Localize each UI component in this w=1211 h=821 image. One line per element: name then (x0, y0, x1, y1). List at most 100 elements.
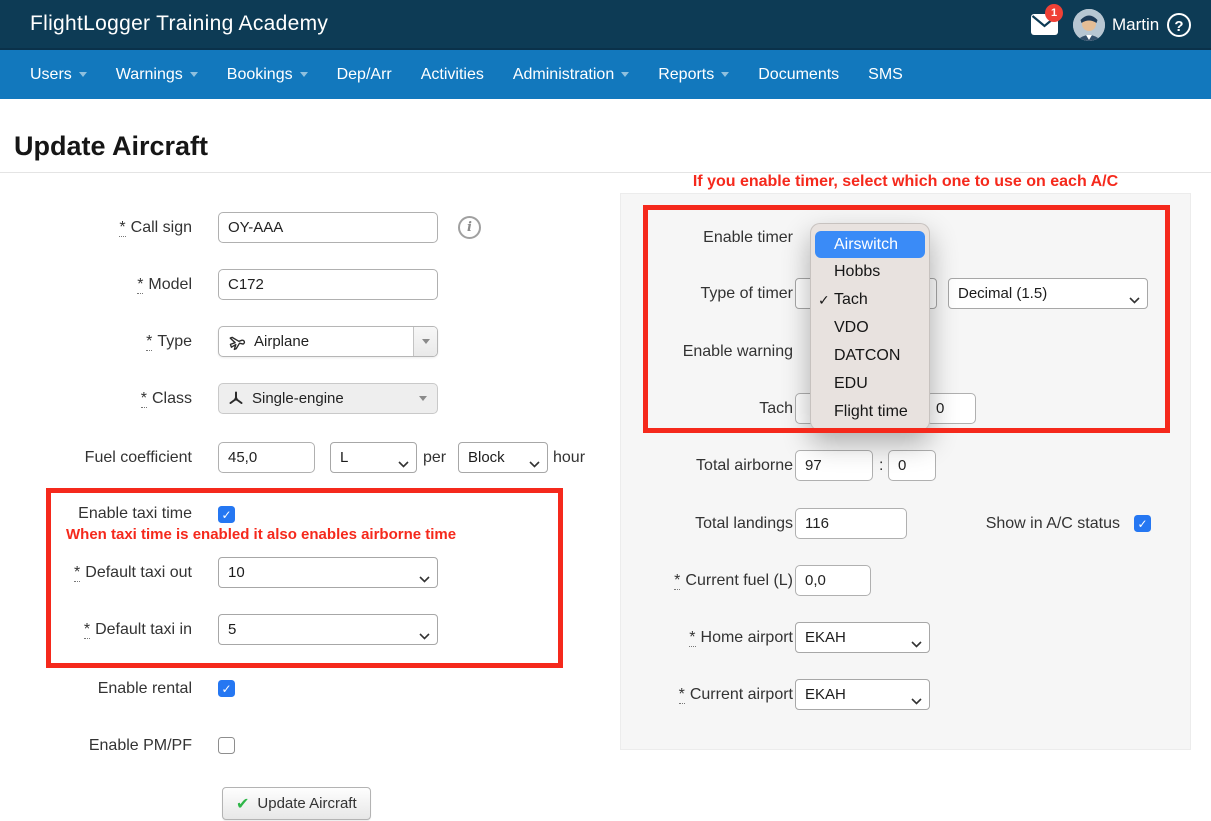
chevron-down-icon (911, 692, 922, 709)
default-taxi-in-label: *Default taxi in (0, 614, 192, 645)
chevron-down-icon (529, 455, 540, 472)
total-airborne-minutes-input[interactable] (888, 450, 936, 481)
chevron-down-icon (190, 72, 198, 77)
chevron-down-icon (419, 396, 427, 401)
nav-item-administration[interactable]: Administration (513, 66, 629, 84)
nav-item-documents[interactable]: Documents (758, 66, 839, 84)
home-airport-label: *Home airport (616, 622, 793, 653)
type-combobox[interactable]: Airplane (218, 326, 438, 357)
nav-item-warnings[interactable]: Warnings (116, 66, 198, 84)
info-icon[interactable]: i (458, 216, 481, 239)
type-dropdown-button[interactable] (413, 327, 437, 356)
required-asterisk: * (84, 621, 90, 639)
chevron-down-icon (419, 570, 430, 587)
current-airport-label: *Current airport (616, 679, 793, 710)
colon-separator: : (879, 450, 883, 481)
required-asterisk: * (119, 219, 125, 237)
app-header: FlightLogger Training Academy 1 Martin ? (0, 0, 1211, 50)
current-fuel-input[interactable] (795, 565, 871, 596)
required-asterisk: * (689, 629, 695, 647)
dropdown-option-edu[interactable]: EDU (811, 370, 929, 398)
dropdown-option-datcon[interactable]: DATCON (811, 342, 929, 370)
default-taxi-out-label: *Default taxi out (0, 557, 192, 588)
total-landings-label: Total landings (616, 508, 793, 539)
chevron-down-icon (398, 455, 409, 472)
current-airport-select[interactable]: EKAH (795, 679, 930, 710)
dropdown-option-airswitch[interactable]: Airswitch (815, 231, 925, 258)
enable-rental-label: Enable rental (0, 673, 192, 704)
fuel-unit-select[interactable]: L (330, 442, 417, 473)
flightlogger-app: FlightLogger Training Academy 1 Martin ?… (0, 0, 1211, 821)
enable-pmpf-label: Enable PM/PF (0, 730, 192, 761)
required-asterisk: * (141, 390, 147, 408)
required-asterisk: * (146, 333, 152, 351)
timer-format-select[interactable]: Decimal (1.5) (948, 278, 1148, 309)
fuel-coefficient-label: Fuel coefficient (0, 442, 192, 473)
show-in-ac-status-label: Show in A/C status (930, 508, 1120, 539)
user-name[interactable]: Martin (1112, 0, 1159, 50)
dropdown-option-vdo[interactable]: VDO (811, 314, 929, 342)
total-airborne-hours-input[interactable] (795, 450, 873, 481)
show-in-ac-status-checkbox[interactable] (1134, 515, 1151, 532)
nav-item-activities[interactable]: Activities (421, 66, 484, 84)
enable-taxi-checkbox[interactable] (218, 506, 235, 523)
timer-dropdown-menu: Airswitch Hobbs Tach VDO DATCON EDU Flig… (810, 223, 930, 431)
timer-annotation-text: If you enable timer, select which one to… (620, 173, 1191, 191)
per-text: per (423, 442, 446, 473)
nav-item-bookings[interactable]: Bookings (227, 66, 308, 84)
update-aircraft-button[interactable]: ✔ Update Aircraft (222, 787, 371, 820)
nav-item-users[interactable]: Users (30, 66, 87, 84)
nav-item-sms[interactable]: SMS (868, 66, 903, 84)
total-landings-input[interactable] (795, 508, 907, 539)
mail-button[interactable]: 1 (1031, 14, 1061, 38)
enable-warning-label: Enable warning (616, 336, 793, 367)
current-fuel-label: *Current fuel (L) (616, 565, 793, 596)
chevron-down-icon (911, 635, 922, 652)
nav-item-reports[interactable]: Reports (658, 66, 729, 84)
dropdown-option-hobbs[interactable]: Hobbs (811, 258, 929, 286)
fuel-basis-select[interactable]: Block (458, 442, 548, 473)
class-combobox[interactable]: Single-engine (218, 383, 438, 414)
required-asterisk: * (137, 276, 143, 294)
class-label: *Class (0, 383, 192, 414)
help-icon[interactable]: ? (1167, 13, 1191, 37)
chevron-down-icon (721, 72, 729, 77)
type-label: *Type (0, 326, 192, 357)
call-sign-input[interactable] (218, 212, 438, 243)
propeller-icon (228, 391, 244, 407)
model-input[interactable] (218, 269, 438, 300)
avatar-image (1073, 9, 1105, 41)
airplane-icon (228, 333, 246, 351)
dropdown-option-flight-time[interactable]: Flight time (811, 398, 929, 426)
nav-item-dep-arr[interactable]: Dep/Arr (337, 66, 392, 84)
default-taxi-in-select[interactable]: 5 (218, 614, 438, 645)
green-check-icon: ✔ (236, 794, 249, 814)
enable-timer-label: Enable timer (616, 222, 793, 253)
enable-taxi-label: Enable taxi time (0, 498, 192, 529)
dropdown-option-tach[interactable]: Tach (811, 286, 929, 314)
tach-input[interactable] (926, 393, 976, 424)
chevron-down-icon (79, 72, 87, 77)
required-asterisk: * (74, 564, 80, 582)
fuel-coefficient-input[interactable] (218, 442, 315, 473)
chevron-down-icon (1129, 291, 1140, 308)
user-avatar[interactable] (1073, 9, 1105, 41)
total-airborne-label: Total airborne (616, 450, 793, 481)
required-asterisk: * (674, 572, 680, 590)
enable-rental-checkbox[interactable] (218, 680, 235, 697)
type-value: Airplane (254, 333, 309, 350)
hour-text: hour (553, 442, 585, 473)
enable-pmpf-checkbox[interactable] (218, 737, 235, 754)
model-label: *Model (0, 269, 192, 300)
class-value: Single-engine (252, 390, 344, 407)
default-taxi-out-select[interactable]: 10 (218, 557, 438, 588)
chevron-down-icon (422, 339, 430, 344)
taxi-time-note: When taxi time is enabled it also enable… (66, 526, 456, 543)
tach-label: Tach (616, 393, 793, 424)
home-airport-select[interactable]: EKAH (795, 622, 930, 653)
type-of-timer-label: Type of timer (616, 278, 793, 309)
chevron-down-icon (621, 72, 629, 77)
brand-logo[interactable]: FlightLogger Training Academy (30, 0, 328, 48)
required-asterisk: * (679, 686, 685, 704)
page-title: Update Aircraft (14, 131, 208, 162)
